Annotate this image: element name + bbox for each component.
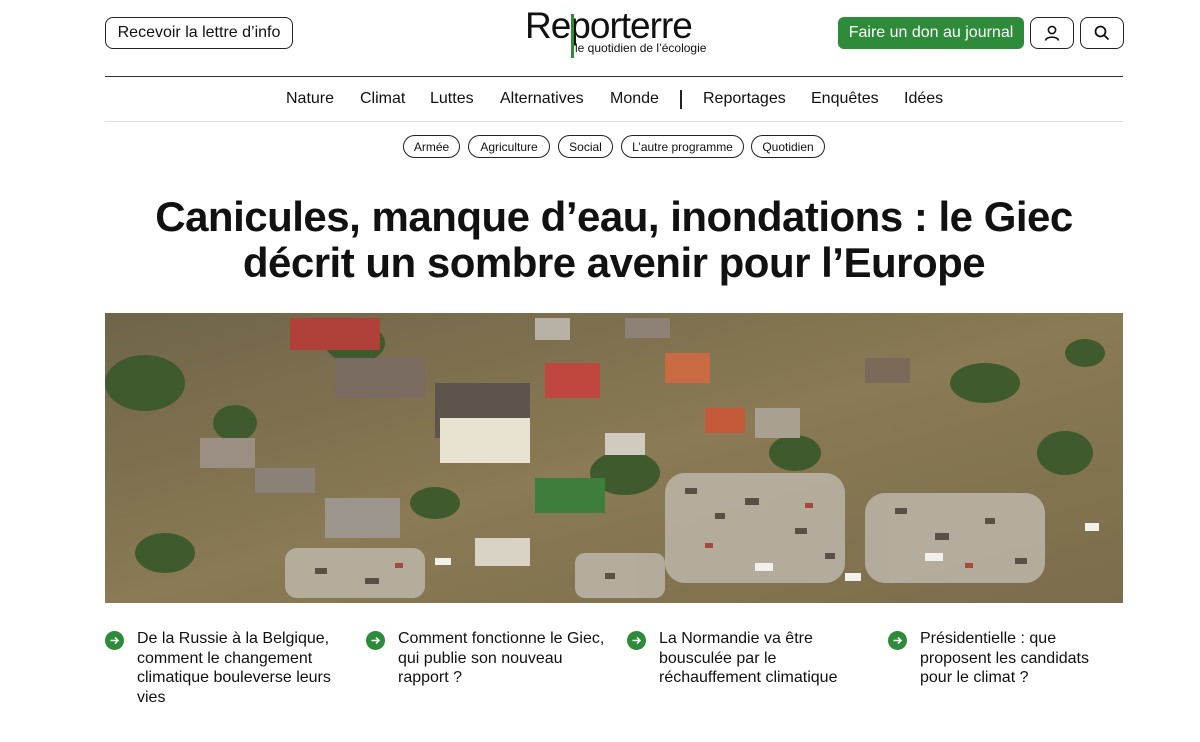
site-header: Recevoir la lettre d’info Reporterre le …: [105, 0, 1124, 76]
site-logo[interactable]: Reporterre le quotidien de l’écologie: [525, 6, 707, 62]
logo-tagline: le quotidien de l’écologie: [575, 41, 707, 55]
topic-tags: Armée Agriculture Social L’autre program…: [0, 135, 1200, 159]
nav-item-nature[interactable]: Nature: [286, 90, 334, 108]
newsletter-button[interactable]: Recevoir la lettre d’info: [105, 17, 293, 49]
hero-image[interactable]: [105, 313, 1123, 603]
account-button[interactable]: [1030, 17, 1074, 49]
article-headline[interactable]: Canicules, manque d’eau, inondations : l…: [140, 194, 1088, 286]
nav-item-luttes[interactable]: Luttes: [430, 90, 474, 108]
tag-agriculture[interactable]: Agriculture: [468, 135, 550, 158]
nav-item-alternatives[interactable]: Alternatives: [500, 90, 584, 108]
related-article-title[interactable]: De la Russie à la Belgique, comment le c…: [137, 629, 337, 707]
flooded-village-photo: [105, 313, 1123, 603]
nav-item-enquetes[interactable]: Enquêtes: [811, 90, 879, 108]
logo-green-bar: [571, 14, 574, 58]
nav-item-monde[interactable]: Monde: [610, 90, 659, 108]
main-nav: Nature Climat Luttes Alternatives Monde …: [105, 77, 1123, 121]
arrow-right-icon: [627, 631, 646, 650]
nav-item-idees[interactable]: Idées: [904, 90, 943, 108]
tag-armee[interactable]: Armée: [403, 135, 460, 158]
search-icon: [1094, 25, 1110, 41]
tag-social[interactable]: Social: [558, 135, 613, 158]
related-article-title[interactable]: Présidentielle : que proposent les candi…: [920, 629, 1124, 688]
tag-quotidien[interactable]: Quotidien: [751, 135, 825, 158]
nav-divider: [105, 121, 1123, 122]
related-article-title[interactable]: Comment fonctionne le Giec, qui publie s…: [398, 629, 608, 688]
arrow-right-icon: [366, 631, 385, 650]
logo-wordmark: Reporterre: [525, 5, 693, 46]
arrow-right-icon: [105, 631, 124, 650]
nav-separator: [680, 90, 682, 109]
tag-autre-programme[interactable]: L’autre programme: [621, 135, 744, 158]
related-article-title[interactable]: La Normandie va être bousculée par le ré…: [659, 629, 859, 688]
user-icon: [1044, 25, 1060, 41]
donate-button[interactable]: Faire un don au journal: [838, 17, 1024, 49]
nav-item-climat[interactable]: Climat: [360, 90, 405, 108]
nav-item-reportages[interactable]: Reportages: [703, 90, 786, 108]
arrow-right-icon: [888, 631, 907, 650]
search-button[interactable]: [1080, 17, 1124, 49]
